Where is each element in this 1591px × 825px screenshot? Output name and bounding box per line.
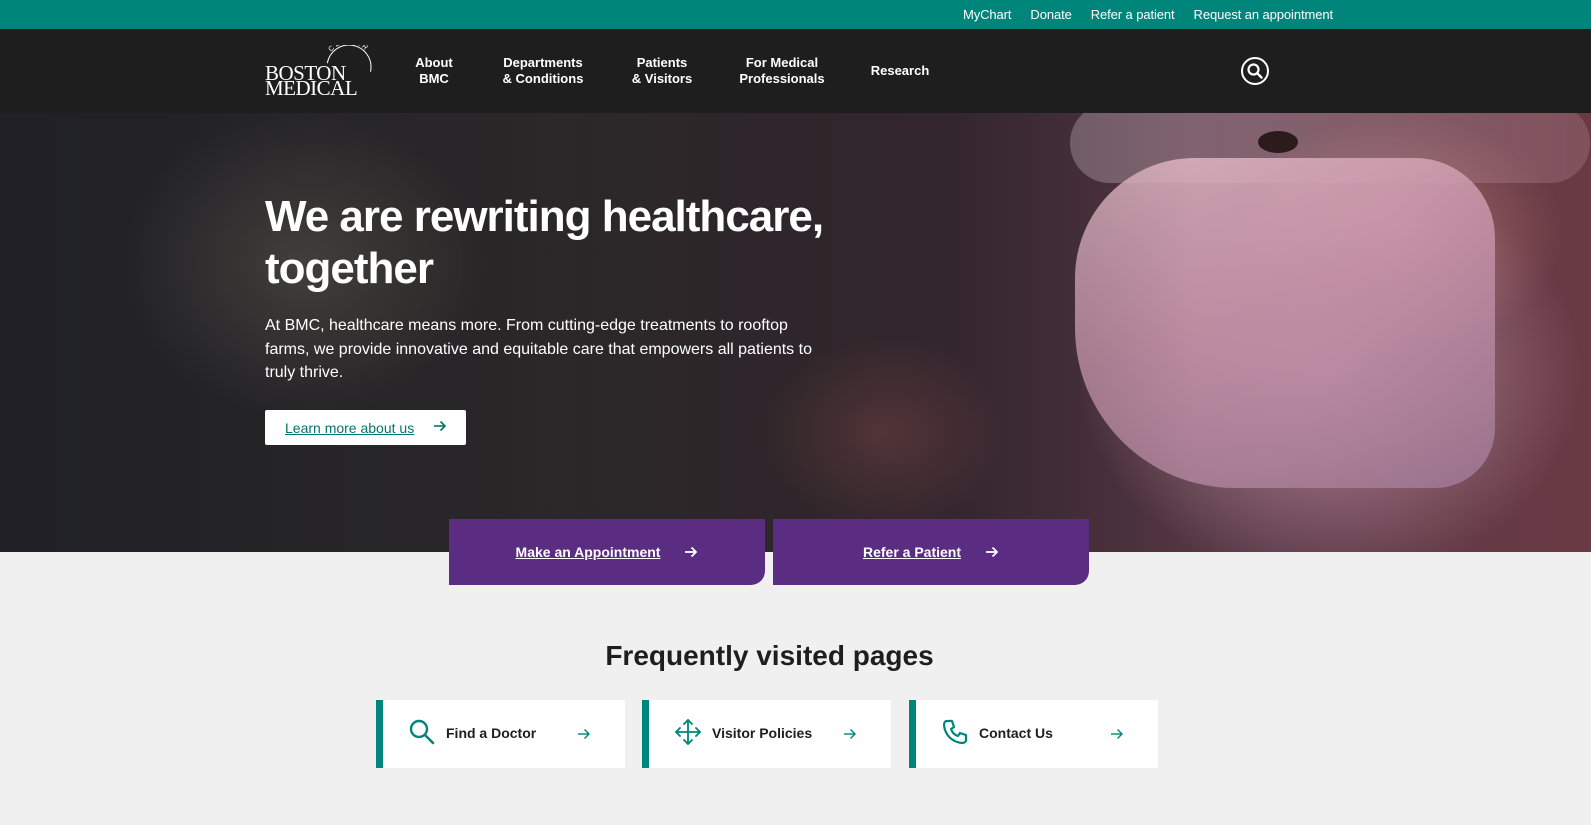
- mychart-link[interactable]: MyChart: [963, 7, 1012, 22]
- make-appointment-label: Make an Appointment: [515, 544, 661, 560]
- nav-research-label: Research: [870, 63, 930, 78]
- nav-patients-line2: & Visitors: [631, 71, 693, 86]
- hero-description: At BMC, healthcare means more. From cutt…: [265, 317, 812, 381]
- visitor-policies-card[interactable]: Visitor Policies: [642, 700, 891, 768]
- learn-more-label: Learn more about us: [285, 419, 415, 436]
- nav-departments-conditions[interactable]: Departments & Conditions: [494, 29, 592, 113]
- nav-professionals-line2: Professionals: [739, 71, 825, 86]
- move-arrows-icon: [675, 719, 701, 745]
- nav-about-line2: BMC: [419, 71, 449, 86]
- search-icon: [409, 719, 435, 745]
- donate-link[interactable]: Donate: [1030, 7, 1071, 22]
- hero-title: We are rewriting healthcare, together: [265, 192, 824, 293]
- learn-more-button[interactable]: Learn more about us: [265, 410, 466, 445]
- boston-medical-center-logo[interactable]: CENTER BOSTON MEDICAL: [265, 45, 377, 100]
- nav-departments-line1: Departments: [503, 55, 583, 70]
- arrow-right-icon: [685, 546, 698, 558]
- refer-patient-button[interactable]: Refer a Patient: [773, 519, 1089, 585]
- nav-professionals-line1: For Medical: [745, 55, 819, 70]
- refer-patient-link[interactable]: Refer a patient: [1091, 7, 1175, 22]
- nav-about-line1: About: [415, 55, 453, 70]
- nav-patients-visitors[interactable]: Patients & Visitors: [624, 29, 700, 113]
- logo-arc-text: CENTER: [327, 45, 368, 53]
- refer-patient-label: Refer a Patient: [862, 544, 962, 560]
- utility-bar: MyChart Donate Refer a patient Request a…: [0, 0, 1591, 29]
- make-appointment-button[interactable]: Make an Appointment: [449, 519, 765, 585]
- arrow-right-icon: [434, 420, 447, 432]
- frequently-visited-title: Frequently visited pages: [605, 640, 934, 671]
- contact-us-card[interactable]: Contact Us: [909, 700, 1158, 768]
- nav-departments-line2: & Conditions: [502, 71, 584, 86]
- arrow-right-icon: [986, 546, 999, 558]
- svg-text:CENTER: CENTER: [327, 45, 370, 53]
- search-icon: [1247, 63, 1263, 79]
- find-a-doctor-card[interactable]: Find a Doctor: [376, 700, 625, 768]
- request-appointment-link[interactable]: Request an appointment: [1194, 7, 1334, 22]
- logo-line-2: MEDICAL: [265, 76, 358, 100]
- contact-us-label: Contact Us: [979, 725, 1053, 741]
- main-header: CENTER BOSTON MEDICAL AboutBMC Departmen…: [0, 29, 1591, 113]
- find-a-doctor-label: Find a Doctor: [446, 725, 537, 741]
- arrow-right-icon: [844, 729, 856, 739]
- nav-research[interactable]: Research: [864, 29, 936, 113]
- arrow-right-icon: [578, 729, 590, 739]
- arrow-right-icon: [1111, 729, 1123, 739]
- visitor-policies-label: Visitor Policies: [712, 725, 813, 741]
- nav-about-bmc[interactable]: About BMC: [406, 29, 462, 113]
- phone-icon: [942, 719, 968, 745]
- header-search-button[interactable]: [1241, 57, 1269, 85]
- nav-medical-professionals[interactable]: For Medical Professionals: [732, 29, 832, 113]
- hero-banner: We are rewriting healthcare, together At…: [0, 113, 1591, 552]
- nav-patients-line1: Patients: [636, 55, 688, 70]
